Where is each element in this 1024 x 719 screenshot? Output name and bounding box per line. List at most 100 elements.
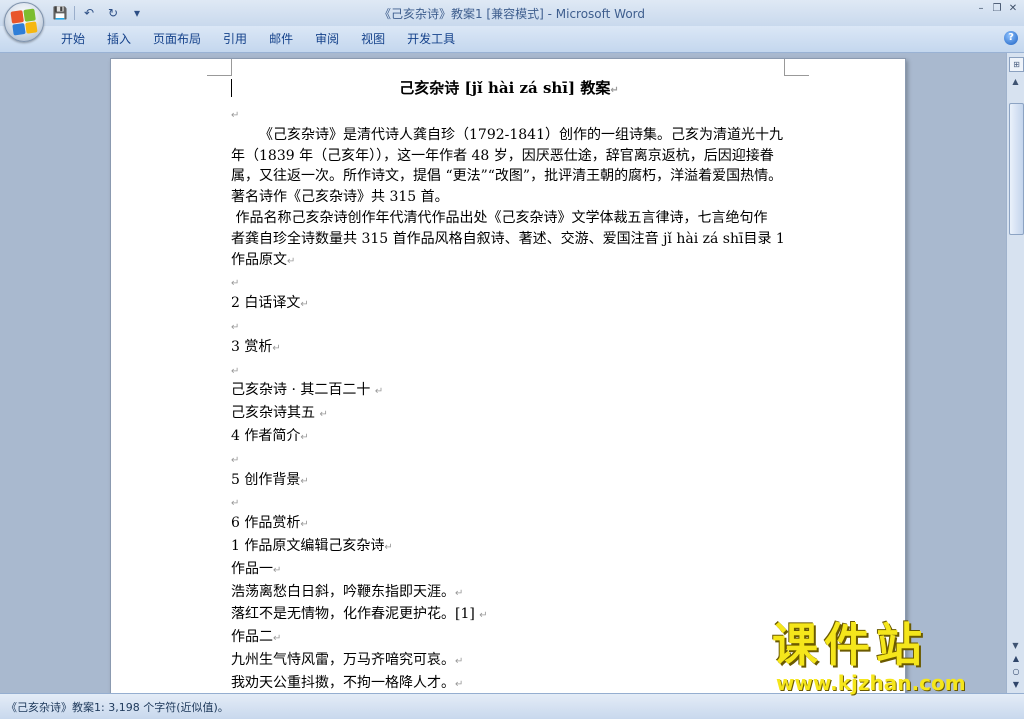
paragraph-mark: ↵ — [319, 409, 328, 421]
tab-home[interactable]: 开始 — [50, 31, 96, 47]
paragraph-mark: ↵ — [231, 498, 240, 510]
document-paragraph[interactable]: 己亥杂诗 · 其二百二十 ↵ — [231, 380, 787, 403]
document-paragraph[interactable]: 6 作品赏析↵ — [231, 513, 787, 536]
text-cursor — [231, 79, 232, 97]
document-paragraph[interactable]: 4 作者简介↵ — [231, 426, 787, 449]
tab-developer[interactable]: 开发工具 — [396, 31, 466, 47]
help-icon[interactable]: ? — [1004, 31, 1018, 45]
paragraph-text: 5 创作背景 — [231, 471, 301, 488]
document-paragraph[interactable]: 2 白话译文↵ — [231, 293, 787, 316]
paragraph-mark: ↵ — [300, 475, 309, 487]
tab-references[interactable]: 引用 — [212, 31, 258, 47]
crop-mark — [207, 59, 232, 76]
document-paragraph[interactable]: ↵ — [231, 272, 787, 293]
status-text: 《己亥杂诗》教案1: 3,198 个字符(近似值)。 — [6, 701, 229, 714]
paragraph-mark: ↵ — [455, 655, 464, 667]
document-paragraph[interactable]: 1 作品原文编辑己亥杂诗↵ — [231, 536, 787, 559]
document-paragraph[interactable]: ↵ — [231, 360, 787, 381]
document-paragraph[interactable]: 落红不是无情物，化作春泥更护花。[1] ↵ — [231, 604, 787, 627]
next-page-icon[interactable]: ▼ — [1010, 679, 1022, 691]
paragraph-text: 九州生气恃风雷，万马齐喑究可哀。 — [231, 651, 455, 668]
window-title: 《己亥杂诗》教案1 [兼容模式] - Microsoft Word — [0, 5, 1024, 22]
ribbon-tabs: 开始 插入 页面布局 引用 邮件 审阅 视图 开发工具 — [50, 31, 466, 47]
document-paragraph[interactable]: 己亥杂诗其五 ↵ — [231, 403, 787, 426]
document-paragraph[interactable]: 作品一↵ — [231, 559, 787, 582]
paragraph-text: 落红不是无情物，化作春泥更护花。[1] — [231, 606, 480, 623]
document-paragraph[interactable]: 作品二↵ — [231, 627, 787, 650]
document-paragraph[interactable]: 作品名称己亥杂诗创作年代清代作品出处《己亥杂诗》文学体裁五言律诗，七言绝句作 者… — [231, 208, 787, 272]
paragraph-mark: ↵ — [231, 321, 240, 333]
document-heading[interactable]: 己亥杂诗 [jǐ hài zá shī] 教案↵ — [231, 77, 787, 102]
paragraph-mark: ↵ — [287, 255, 296, 267]
restore-icon[interactable]: ❐ — [990, 2, 1004, 16]
document-paragraph[interactable]: 5 创作背景↵ — [231, 470, 787, 493]
document-paragraph[interactable]: 我劝天公重抖擞，不拘一格降人才。↵ — [231, 673, 787, 693]
paragraph-mark: ↵ — [455, 587, 464, 599]
paragraph-text: 4 作者简介 — [231, 427, 301, 444]
paragraph-mark: ↵ — [300, 299, 309, 311]
paragraph-text: 6 作品赏析 — [231, 515, 301, 532]
paragraph-text: 浩荡离愁白日斜，吟鞭东指即天涯。 — [231, 583, 455, 600]
tab-insert[interactable]: 插入 — [96, 31, 142, 47]
document-page[interactable]: 己亥杂诗 [jǐ hài zá shī] 教案↵ ↵ 《己亥杂诗》是清代诗人龚自珍… — [110, 58, 906, 693]
paragraph-text: 《己亥杂诗》是清代诗人龚自珍（1792-1841）创作的一组诗集。己亥为清道光十… — [231, 126, 783, 206]
previous-page-icon[interactable]: ▲ — [1010, 653, 1022, 665]
paragraph-text: 1 作品原文编辑己亥杂诗 — [231, 537, 385, 554]
document-paragraph[interactable]: 3 赏析↵ — [231, 337, 787, 360]
tab-mailings[interactable]: 邮件 — [258, 31, 304, 47]
scroll-up-icon[interactable]: ▲ — [1009, 75, 1022, 88]
paragraph-text: 我劝天公重抖擞，不拘一格降人才。 — [231, 674, 455, 691]
paragraph-mark: ↵ — [455, 678, 464, 690]
document-paragraph[interactable]: 浩荡离愁白日斜，吟鞭东指即天涯。↵ — [231, 582, 787, 605]
document-workspace[interactable]: 己亥杂诗 [jǐ hài zá shī] 教案↵ ↵ 《己亥杂诗》是清代诗人龚自珍… — [0, 53, 1006, 693]
paragraph-mark: ↵ — [374, 386, 384, 398]
paragraph-mark: ↵ — [231, 454, 240, 466]
paragraph-mark: ↵ — [272, 342, 281, 354]
document-paragraph[interactable]: 九州生气恃风雷，万马齐喑究可哀。↵ — [231, 650, 787, 673]
office-logo-icon — [10, 8, 38, 36]
document-paragraph[interactable]: ↵ — [231, 316, 787, 337]
tab-page-layout[interactable]: 页面布局 — [142, 31, 212, 47]
paragraph-mark: ↵ — [231, 365, 240, 377]
tab-review[interactable]: 审阅 — [304, 31, 350, 47]
paragraph-text: 2 白话译文 — [231, 295, 301, 312]
paragraph-text: 作品二 — [231, 629, 273, 646]
paragraph-mark: ↵ — [273, 633, 282, 645]
paragraph-mark: ↵ — [479, 610, 488, 622]
paragraph-mark: ↵ — [300, 431, 309, 443]
document-title: 《己亥杂诗》教案1 [兼容模式] — [378, 7, 544, 21]
paragraph-text: 作品一 — [231, 560, 273, 577]
document-paragraph[interactable]: ↵ — [231, 104, 787, 125]
document-paragraph[interactable]: 《己亥杂诗》是清代诗人龚自珍（1792-1841）创作的一组诗集。己亥为清道光十… — [231, 125, 787, 208]
paragraph-text: 己亥杂诗 · 其二百二十 — [231, 382, 375, 399]
minimize-icon[interactable]: – — [974, 2, 988, 16]
scrollbar-thumb[interactable] — [1009, 103, 1024, 235]
document-body[interactable]: 己亥杂诗 [jǐ hài zá shī] 教案↵ ↵ 《己亥杂诗》是清代诗人龚自珍… — [231, 77, 787, 693]
document-paragraph[interactable]: ↵ — [231, 492, 787, 513]
paragraph-mark: ↵ — [231, 278, 240, 290]
ribbon-tab-bar: 开始 插入 页面布局 引用 邮件 审阅 视图 开发工具 ? — [0, 26, 1024, 53]
paragraph-mark: ↵ — [231, 110, 240, 121]
title-bar: 💾 ↶ ↻ ▾ 《己亥杂诗》教案1 [兼容模式] - Microsoft Wor… — [0, 0, 1024, 42]
document-paragraphs[interactable]: ↵ 《己亥杂诗》是清代诗人龚自珍（1792-1841）创作的一组诗集。己亥为清道光… — [231, 104, 787, 693]
heading-text: 己亥杂诗 [jǐ hài zá shī] 教案 — [399, 79, 611, 97]
office-button[interactable] — [4, 2, 44, 42]
paragraph-mark: ↵ — [300, 519, 309, 531]
paragraph-text: 己亥杂诗其五 — [231, 405, 320, 422]
close-icon[interactable]: ✕ — [1006, 2, 1020, 16]
vertical-scrollbar[interactable]: ⊞ ▲ ▼ ▲ ○ ▼ — [1006, 53, 1024, 693]
paragraph-mark: ↵ — [384, 541, 393, 553]
app-name: - Microsoft Word — [543, 7, 646, 21]
paragraph-text: 3 赏析 — [231, 338, 273, 355]
scroll-down-icon[interactable]: ▼ — [1009, 639, 1022, 652]
status-bar: 《己亥杂诗》教案1: 3,198 个字符(近似值)。 — [0, 693, 1024, 719]
crop-mark — [784, 59, 809, 76]
window-controls: – ❐ ✕ — [974, 2, 1020, 16]
paragraph-mark: ↵ — [610, 85, 619, 96]
tab-view[interactable]: 视图 — [350, 31, 396, 47]
view-ruler-icon[interactable]: ⊞ — [1009, 57, 1024, 72]
paragraph-mark: ↵ — [273, 564, 282, 576]
select-browse-object-icon[interactable]: ○ — [1010, 666, 1022, 678]
document-paragraph[interactable]: ↵ — [231, 449, 787, 470]
paragraph-text: 作品名称己亥杂诗创作年代清代作品出处《己亥杂诗》文学体裁五言律诗，七言绝句作 者… — [231, 209, 796, 268]
